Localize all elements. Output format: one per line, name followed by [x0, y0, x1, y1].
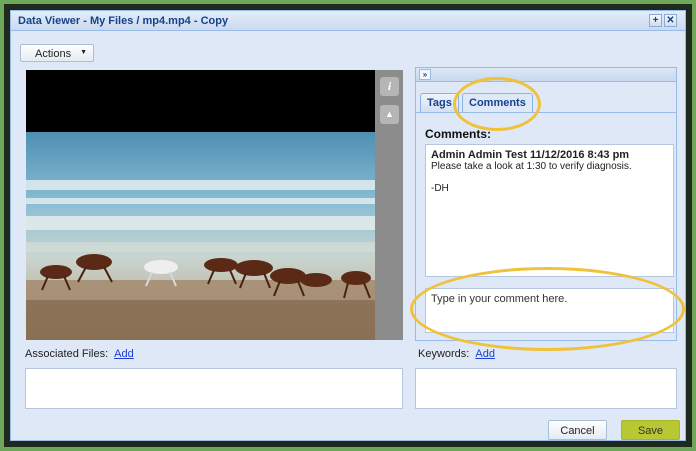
comment-body: Please take a look at 1:30 to verify dia… — [431, 161, 632, 172]
actions-label: Actions — [35, 48, 72, 60]
title-bar: Data Viewer - My Files / mp4.mp4 - Copy … — [11, 11, 685, 31]
associated-files-label: Associated Files: — [25, 348, 109, 360]
keywords-row: Keywords: Add — [418, 348, 495, 360]
save-button[interactable]: Save — [621, 420, 680, 440]
video-player[interactable] — [26, 70, 375, 340]
tab-tags[interactable]: Tags — [420, 93, 459, 112]
tab-comments[interactable]: Comments — [462, 93, 533, 112]
associated-files-row: Associated Files: Add — [25, 348, 134, 360]
comments-list[interactable]: Admin Admin Test 11/12/2016 8:43 pm Plea… — [425, 144, 674, 277]
associated-files-add-link[interactable]: Add — [114, 348, 134, 360]
screenshot-frame: Data Viewer - My Files / mp4.mp4 - Copy … — [4, 4, 692, 447]
expand-icon[interactable]: + — [649, 14, 662, 27]
actions-button[interactable]: Actions ▼ — [20, 44, 94, 62]
chevron-down-icon: ▼ — [80, 49, 87, 56]
comment-signature: -DH — [431, 183, 449, 194]
cancel-button[interactable]: Cancel — [548, 420, 607, 440]
keywords-box[interactable] — [415, 368, 677, 409]
video-frame-image — [26, 132, 375, 340]
keywords-add-link[interactable]: Add — [475, 348, 495, 360]
user-add-icon[interactable]: ▲ — [380, 105, 399, 124]
window-title: Data Viewer - My Files / mp4.mp4 - Copy — [18, 15, 229, 27]
comments-panel: » Tags Comments Comments: Admin Admin Te… — [415, 67, 677, 341]
data-viewer-window: Data Viewer - My Files / mp4.mp4 - Copy … — [10, 10, 686, 441]
info-icon[interactable]: i — [380, 77, 399, 96]
close-icon[interactable]: ✕ — [664, 14, 677, 27]
comment-author-line: Admin Admin Test 11/12/2016 8:43 pm — [431, 149, 630, 161]
viewer-side-toolbar: i ▲ — [375, 70, 403, 340]
collapse-icon[interactable]: » — [419, 69, 431, 80]
keywords-label: Keywords: — [418, 348, 470, 360]
comments-heading: Comments: — [425, 127, 492, 141]
comment-input[interactable]: Type in your comment here. — [425, 288, 674, 333]
associated-files-box[interactable] — [25, 368, 403, 409]
panel-header: » — [416, 68, 676, 82]
tab-strip-divider — [416, 112, 676, 113]
toolbar: Actions ▼ — [11, 32, 685, 62]
